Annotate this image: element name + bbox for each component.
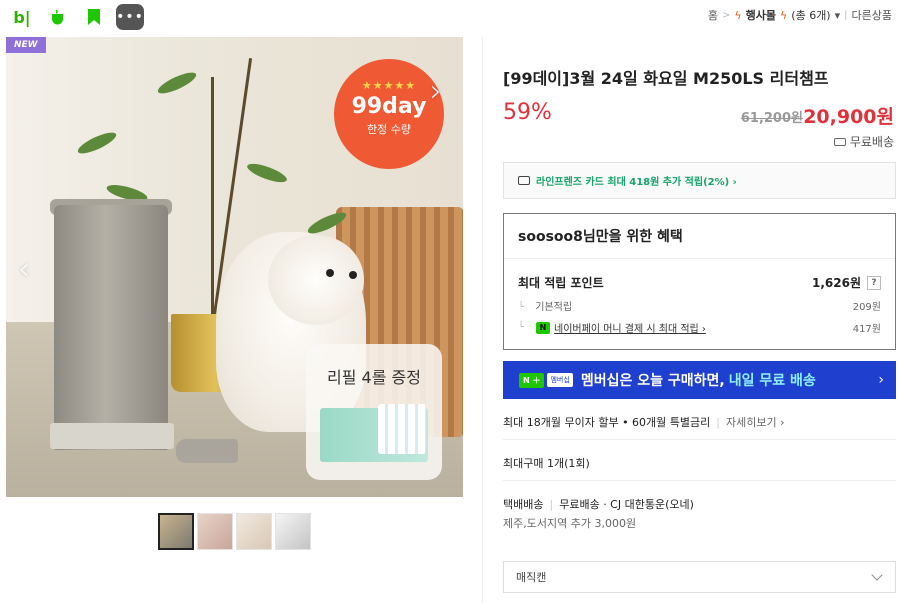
more-icon[interactable]: ••• <box>116 4 144 30</box>
chevron-right-icon[interactable]: › <box>878 372 884 388</box>
thumbnail-1[interactable] <box>158 513 194 550</box>
cafe-icon[interactable] <box>44 4 72 30</box>
max-points-value-group: 1,626원 ? <box>812 274 881 291</box>
dog-eye <box>326 269 334 277</box>
next-image-arrow-icon[interactable]: › <box>430 74 463 109</box>
separator: | <box>549 498 554 511</box>
option-select[interactable]: 매직캔 <box>503 561 896 593</box>
membership-highlight: 내일 무료 배송 <box>728 373 816 389</box>
benefit-title: soosoo8님만을 위한 혜택 <box>504 214 895 259</box>
lightning-icon: ϟ <box>734 8 742 22</box>
divider <box>503 480 896 481</box>
star-rating-icon: ★★★★★ <box>361 79 417 92</box>
installment-row: 최대 18개월 무이자 할부 • 60개월 특별금리 | 자세히보기 › <box>503 414 784 430</box>
plant-stem <box>211 77 214 317</box>
basic-points-label-group: └ 기본적립 <box>518 298 572 313</box>
product-title: [99데이]3월 24일 화요일 M250LS 리터챔프 <box>503 69 829 88</box>
membership-banner[interactable]: N ＋ 멤버십 멤버십은 오늘 구매하면, 내일 무료 배송 › <box>503 361 896 399</box>
thumbnail-3[interactable] <box>236 513 272 550</box>
delivery-type: 택배배송 <box>503 498 544 511</box>
basic-points-label: 기본적립 <box>535 302 573 313</box>
top-bar: b| ••• 홈 > ϟ 행사몰 ϟ (총 6개) ▾ | 다른상품 <box>0 0 900 34</box>
truck-icon <box>833 137 846 146</box>
sale-price: 20,900원 <box>803 106 894 128</box>
discount-rate: 59% <box>503 100 552 125</box>
blog-icon[interactable]: b| <box>8 4 36 30</box>
max-points-value: 1,626원 <box>812 276 861 290</box>
column-divider <box>482 37 483 603</box>
thumbnail-2[interactable] <box>197 513 233 550</box>
delivery-fee: 무료배송 <box>559 498 600 511</box>
max-points-row: 최대 적립 포인트 1,626원 ? <box>518 274 881 291</box>
card-offer-text[interactable]: 라인프렌즈 카드 최대 418원 추가 적립(2%) › <box>536 173 737 188</box>
promo-subtitle: 한정 수량 <box>367 123 411 136</box>
thumbnail-strip <box>158 513 311 550</box>
npay-label-group: └ N 네이버페이 머니 결제 시 최대 적립 › <box>518 320 706 335</box>
npay-points-link[interactable]: 네이버페이 머니 결제 시 최대 적립 › <box>554 320 706 335</box>
breadcrumb-separator: | <box>844 9 848 21</box>
new-badge: NEW <box>6 37 46 53</box>
breadcrumb-separator: > <box>721 9 731 21</box>
free-shipping-label: 무료배송 <box>849 135 894 149</box>
basic-points-row: └ 기본적립 209원 <box>518 298 881 313</box>
naver-plus-badge: N ＋ <box>519 372 545 388</box>
gift-overlay: 리필 4롤 증정 <box>306 344 442 480</box>
delivery-carrier: · CJ 대한통운(오네) <box>603 498 694 511</box>
membership-badge: 멤버십 <box>547 373 573 387</box>
divider <box>503 439 896 440</box>
benefit-box: soosoo8님만을 위한 혜택 최대 적립 포인트 1,626원 ? └ 기본… <box>503 213 896 350</box>
free-shipping-badge: 무료배송 <box>833 133 894 150</box>
breadcrumb: 홈 > ϟ 행사몰 ϟ (총 6개) ▾ | 다른상품 <box>708 7 892 23</box>
prev-image-arrow-icon[interactable]: ‹ <box>18 252 30 287</box>
separator: | <box>716 416 720 429</box>
breadcrumb-event[interactable]: 행사몰 <box>746 7 776 23</box>
promo-title: 99day <box>351 94 427 119</box>
product-image: NEW ★★★★★ 99day 한정 수량 리필 4롤 증정 ‹ › <box>6 37 463 497</box>
max-points-label: 최대 적립 포인트 <box>518 276 604 290</box>
chevron-down-icon[interactable]: ▾ <box>835 9 841 22</box>
card-offer-banner[interactable]: 라인프렌즈 카드 최대 418원 추가 적립(2%) › <box>503 162 896 199</box>
npay-points-row: └ N 네이버페이 머니 결제 시 최대 적립 › 417원 <box>518 320 881 335</box>
option-select-value: 매직캔 <box>516 571 547 584</box>
help-icon[interactable]: ? <box>867 275 881 290</box>
promo-badge: ★★★★★ 99day 한정 수량 <box>334 59 444 169</box>
breadcrumb-next[interactable]: 다른상품 <box>852 7 892 23</box>
scoop-image <box>176 439 238 463</box>
thumbnail-4[interactable] <box>275 513 311 550</box>
purchase-limit: 최대구매 1개(1회) <box>503 457 590 470</box>
lightning-icon: ϟ <box>780 8 788 22</box>
membership-text: 멤버십은 오늘 구매하면, <box>580 373 725 389</box>
branch-icon: └ <box>518 322 525 333</box>
breadcrumb-home[interactable]: 홈 <box>708 7 718 23</box>
basic-points-value: 209원 <box>852 302 881 313</box>
diaper-bin <box>54 205 168 450</box>
branch-icon: └ <box>518 302 525 313</box>
gift-text: 리필 4롤 증정 <box>327 368 421 387</box>
breadcrumb-count[interactable]: (총 6개) <box>791 7 830 23</box>
original-price: 61,200원 <box>740 111 803 126</box>
credit-card-icon <box>518 176 530 185</box>
bin-base <box>50 423 174 449</box>
npay-points-value: 417원 <box>852 324 881 335</box>
installment-text: 최대 18개월 무이자 할부 • 60개월 특별금리 <box>503 416 711 429</box>
delivery-row: 택배배송 | 무료배송 · CJ 대한통운(오네) <box>503 496 694 512</box>
chevron-down-icon <box>871 569 883 581</box>
naver-pay-icon: N <box>536 321 551 334</box>
dog-eye <box>349 271 357 279</box>
dog-head <box>268 235 364 325</box>
details-link[interactable]: 자세히보기 › <box>726 416 785 429</box>
bookmark-icon[interactable] <box>80 4 108 30</box>
gift-box-image <box>378 404 426 454</box>
delivery-extra: 제주,도서지역 추가 3,000원 <box>503 517 637 530</box>
